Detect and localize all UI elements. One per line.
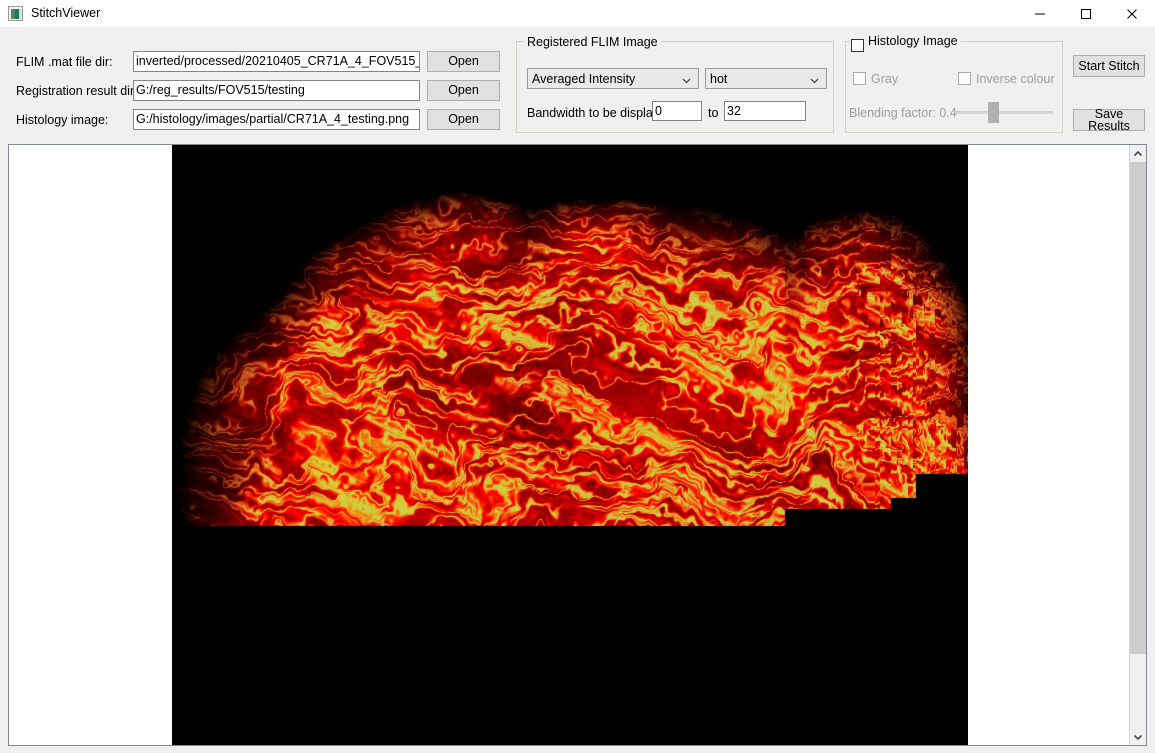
gray-checkbox[interactable] (853, 72, 866, 85)
flim-dir-label: FLIM .mat file dir: (16, 55, 113, 69)
flim-mode-value: Averaged Intensity (532, 71, 636, 86)
blending-factor-slider[interactable] (955, 111, 1053, 114)
app-icon (8, 6, 23, 21)
registration-dir-label: Registration result dir: (16, 84, 138, 98)
bandwidth-from-input[interactable]: 0 (652, 101, 702, 121)
title-bar: StitchViewer (0, 0, 1155, 27)
flim-colormap-select[interactable]: hot (705, 68, 827, 89)
blending-factor-slider-thumb[interactable] (988, 102, 999, 123)
flim-colormap-value: hot (710, 71, 728, 86)
scrollbar-track[interactable] (1130, 654, 1146, 728)
scroll-down-button[interactable] (1130, 728, 1146, 745)
save-results-button[interactable]: Save Results (1073, 107, 1145, 132)
start-stitch-button[interactable]: Start Stitch (1073, 55, 1145, 77)
viewer-background (9, 145, 1129, 745)
scrollbar-thumb[interactable] (1130, 162, 1146, 654)
bandwidth-label: Bandwidth to be display: (527, 106, 663, 120)
registered-flim-image-title: Registered FLIM Image (524, 35, 661, 49)
histology-image-checkbox[interactable] (851, 39, 864, 52)
vertical-scrollbar[interactable] (1129, 145, 1146, 745)
registration-dir-input[interactable]: G:/reg_results/FOV515/testing (133, 80, 420, 101)
flim-dir-open-button[interactable]: Open (427, 51, 500, 72)
stitchviewer-window: StitchViewer FLIM .mat file dir: inverte… (0, 0, 1155, 753)
registration-dir-open-button[interactable]: Open (427, 80, 500, 101)
inverse-colour-label: Inverse colour (976, 72, 1055, 86)
maximize-button[interactable] (1063, 0, 1109, 27)
scroll-up-button[interactable] (1130, 145, 1146, 162)
inverse-colour-checkbox[interactable] (958, 72, 971, 85)
image-viewer[interactable] (8, 144, 1147, 746)
chevron-down-icon (682, 74, 691, 83)
flim-mode-select[interactable]: Averaged Intensity (527, 68, 699, 89)
settings-panel: FLIM .mat file dir: inverted/processed/2… (0, 27, 1155, 138)
blending-factor-label: Blending factor: 0.4 (849, 106, 957, 120)
flim-stitched-image (172, 145, 968, 745)
histology-image-label: Histology image: (16, 113, 109, 127)
close-button[interactable] (1109, 0, 1155, 27)
bandwidth-to-label: to (708, 106, 719, 120)
histology-image-title: Histology Image (850, 34, 961, 48)
flim-dir-input[interactable]: inverted/processed/20210405_CR71A_4_FOV5… (133, 51, 420, 72)
histology-image-input[interactable]: G:/histology/images/partial/CR71A_4_test… (133, 109, 420, 130)
minimize-button[interactable] (1017, 0, 1063, 27)
gray-label: Gray (871, 72, 899, 86)
chevron-down-icon (810, 74, 819, 83)
window-title: StitchViewer (31, 6, 101, 20)
bandwidth-to-input[interactable]: 32 (724, 101, 806, 121)
histology-image-open-button[interactable]: Open (427, 109, 500, 130)
